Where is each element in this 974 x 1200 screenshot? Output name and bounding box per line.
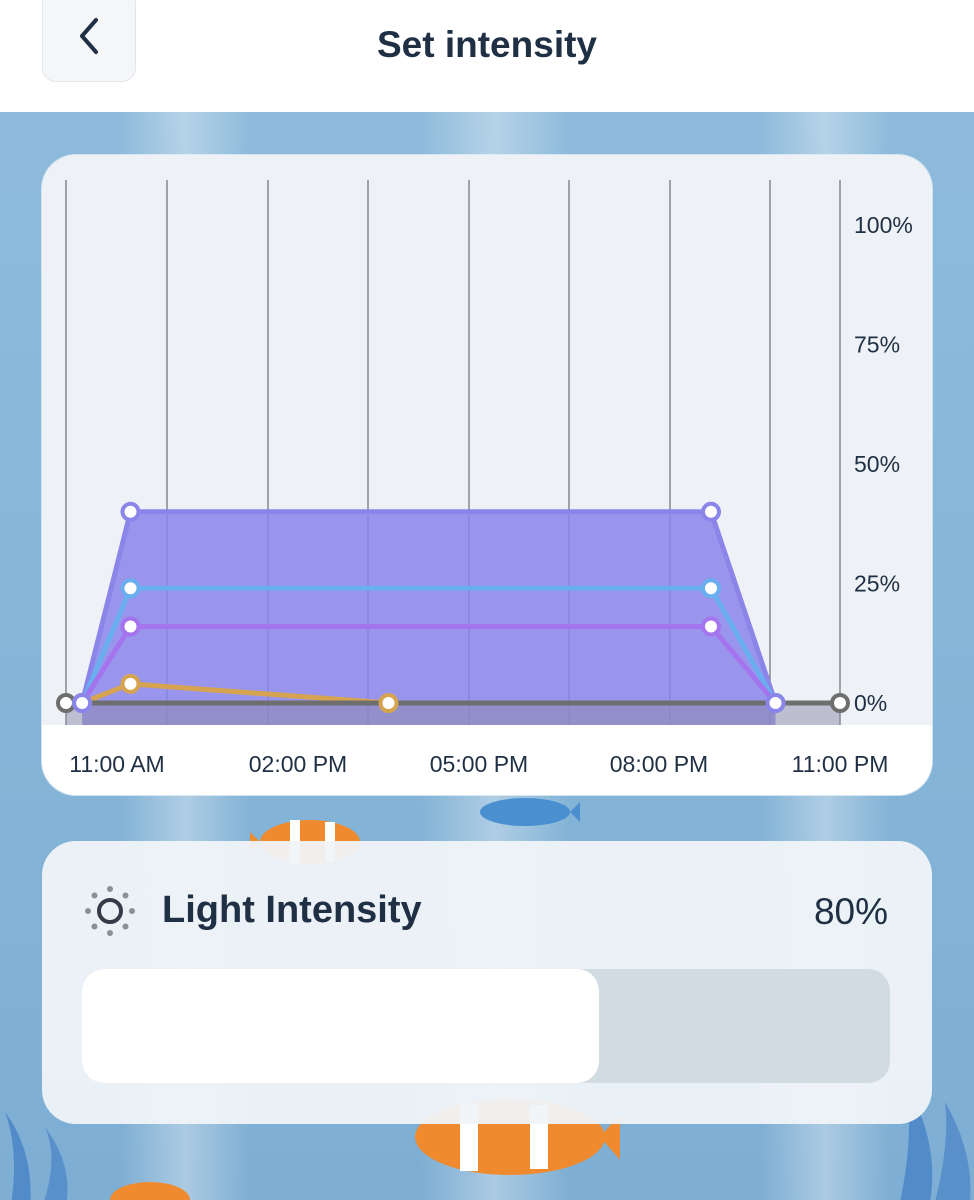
y-tick-label: 100% bbox=[854, 212, 913, 238]
y-tick-label: 50% bbox=[854, 451, 900, 477]
light-intensity-card: Light Intensity 80% bbox=[42, 841, 932, 1124]
x-tick-label: 11:00 AM bbox=[69, 751, 164, 777]
series-point[interactable] bbox=[120, 578, 141, 599]
series-point[interactable] bbox=[765, 693, 786, 713]
light-intensity-label: Light Intensity bbox=[162, 889, 422, 931]
x-tick-label: 02:00 PM bbox=[249, 751, 347, 777]
y-tick-label: 25% bbox=[854, 571, 900, 597]
series-area bbox=[82, 511, 776, 725]
x-tick-label: 05:00 PM bbox=[430, 751, 528, 777]
intensity-chart-card[interactable]: 100% 75% 50% 25% 0% 11:00 AM 02:00 PM 05:00 PM 0… bbox=[42, 155, 932, 795]
bluefish-decoration bbox=[480, 798, 580, 826]
x-tick-label: 11:00 PM bbox=[792, 751, 889, 777]
intensity-chart[interactable]: 100% 75% 50% 25% 0% 11:00 AM 02:00 PM 05:00 PM 0… bbox=[42, 155, 932, 795]
page-title: Set intensity bbox=[377, 24, 597, 65]
intensity-slider-fill[interactable] bbox=[82, 969, 600, 1083]
top-bar: Set intensity bbox=[0, 0, 974, 112]
series-point[interactable] bbox=[701, 578, 721, 599]
y-tick-label: 75% bbox=[854, 332, 900, 358]
series-point[interactable] bbox=[378, 693, 399, 713]
series-point[interactable] bbox=[701, 616, 721, 637]
series-point[interactable] bbox=[72, 693, 93, 713]
light-intensity-value: 80% bbox=[813, 891, 888, 932]
series-point[interactable] bbox=[56, 693, 76, 713]
clownfish-decoration bbox=[110, 1182, 190, 1200]
series-point[interactable] bbox=[830, 693, 850, 713]
y-tick-label: 0% bbox=[854, 690, 887, 716]
sun-icon bbox=[85, 886, 135, 936]
x-tick-label: 08:00 PM bbox=[610, 751, 708, 777]
series-point[interactable] bbox=[701, 501, 721, 522]
series-point[interactable] bbox=[120, 673, 141, 694]
intensity-slider[interactable] bbox=[82, 969, 890, 1083]
series-point[interactable] bbox=[120, 501, 141, 522]
series-point[interactable] bbox=[120, 616, 141, 637]
